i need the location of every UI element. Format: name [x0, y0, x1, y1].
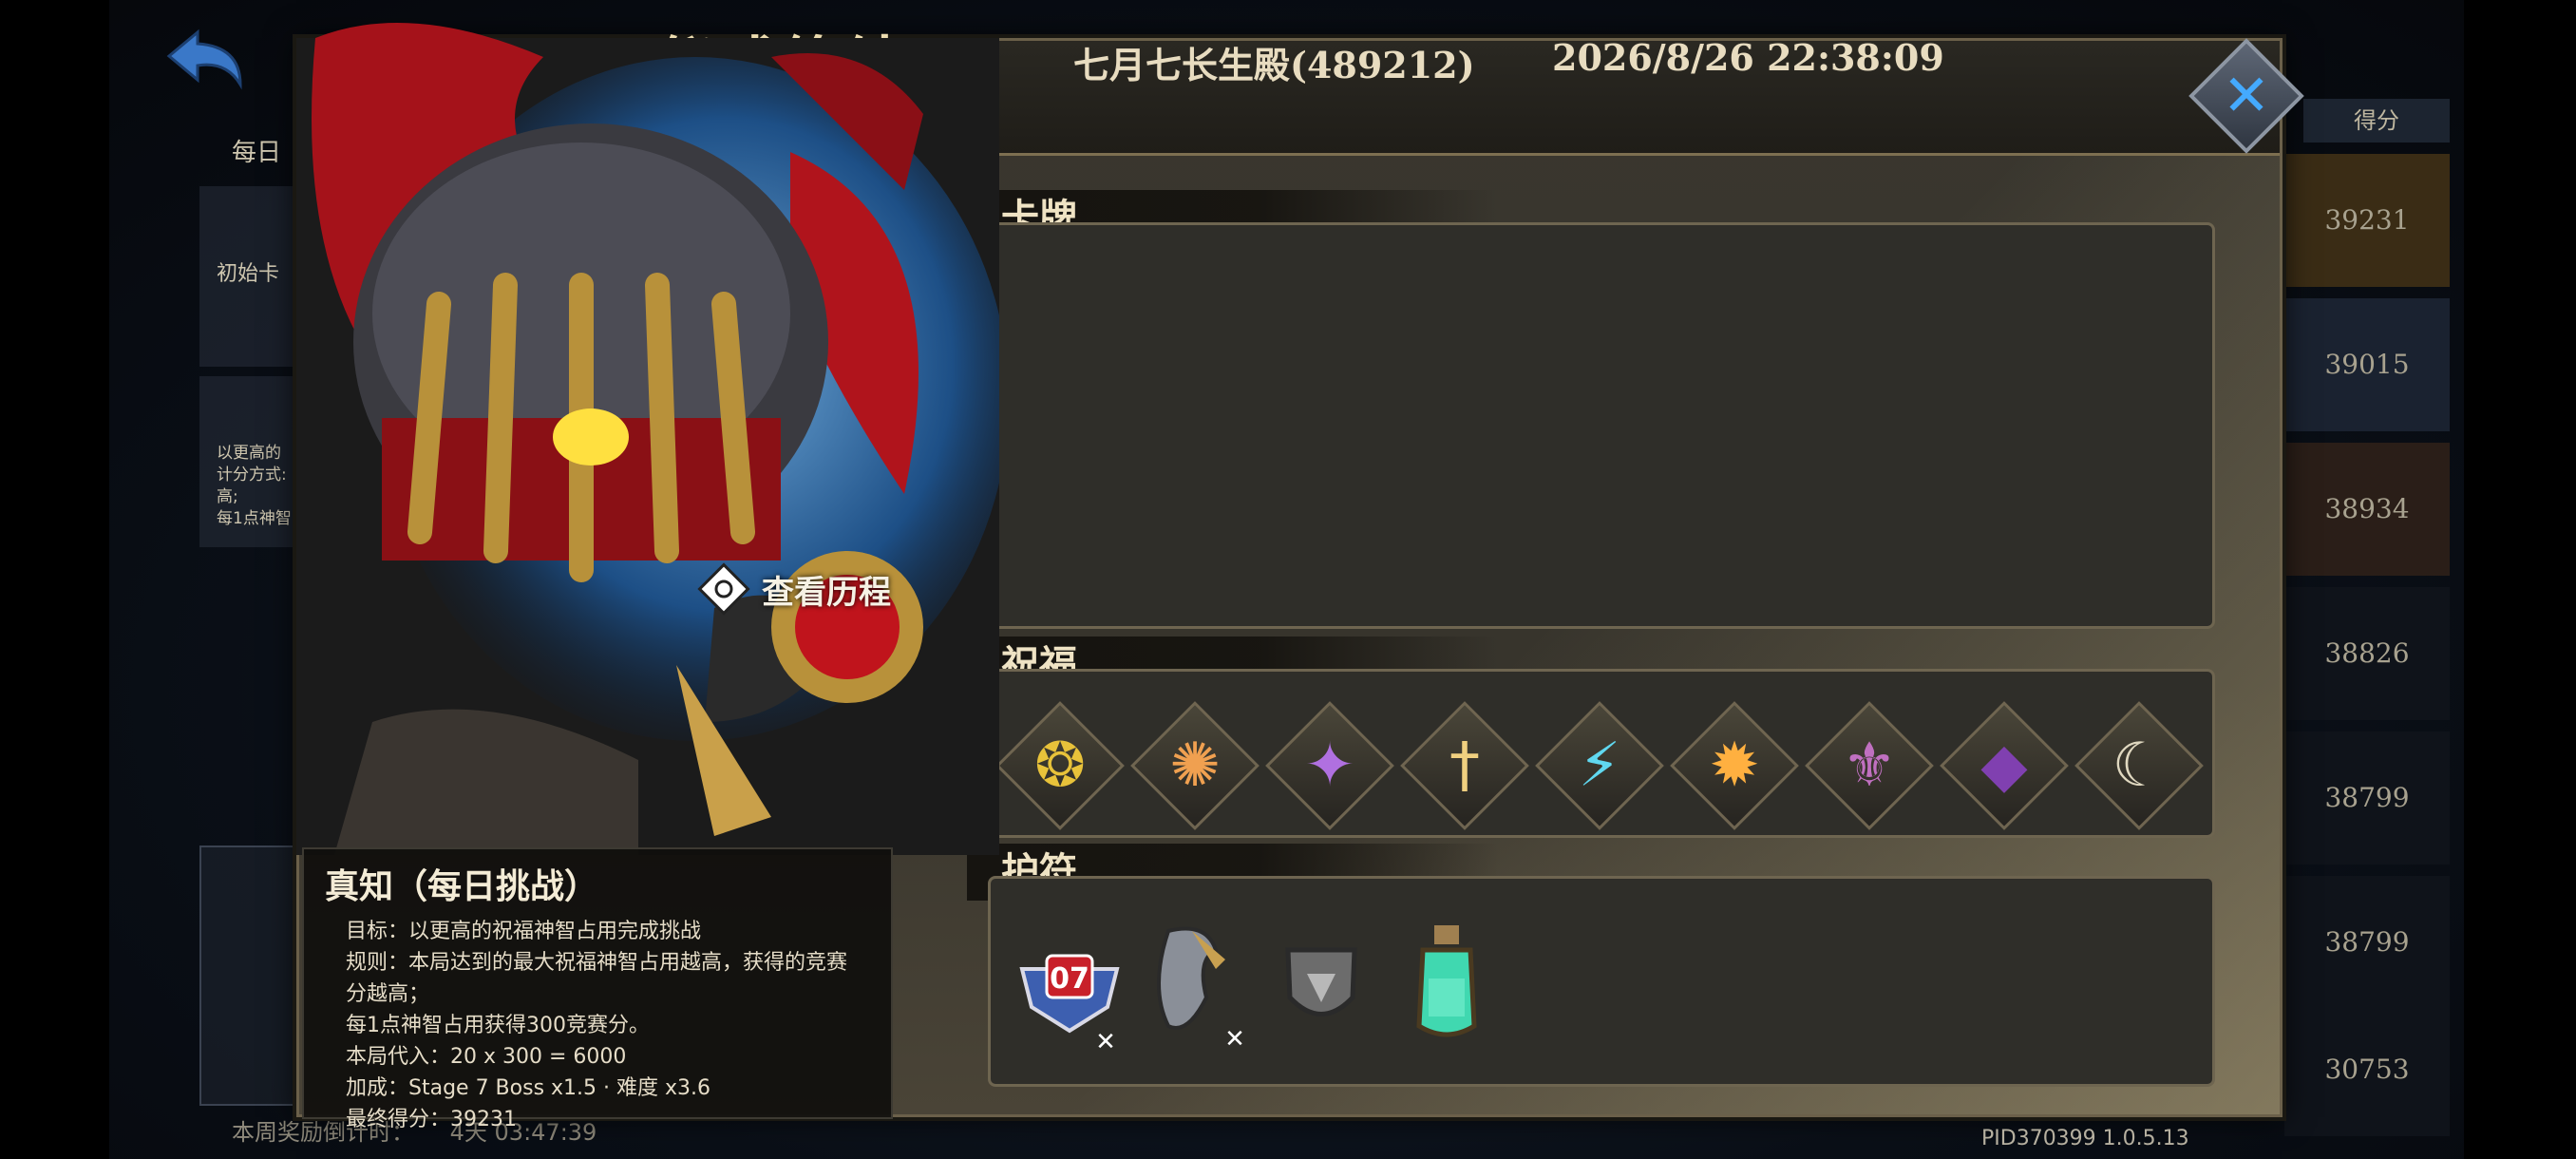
game-screen: 每日 初始卡 以更高的 计分方式: 高; 每1点神智 本周奖励倒计时： 4天 0… — [0, 0, 2576, 1159]
view-history-label: 查看历程 — [762, 573, 891, 612]
score-row: 38826 — [2284, 587, 2450, 720]
version-label: PID370399 1.0.5.13 — [1981, 1127, 2189, 1150]
challenge-bonus: 加成：Stage 7 Boss x1.5 · 难度 x3.6 — [346, 1076, 711, 1100]
dark-purple-crystal-icon[interactable]: ◆ — [1947, 709, 2061, 823]
orange-purple-burst-icon[interactable]: ✹ — [1677, 709, 1791, 823]
scroll-history-icon — [697, 562, 750, 616]
score-column-header: 得分 — [2303, 99, 2450, 142]
shield-icon[interactable] — [1279, 940, 1364, 1036]
challenge-title: 真知（每日挑战） — [325, 866, 599, 906]
challenge-calc: 本局代入：20 x 300 = 6000 — [346, 1045, 627, 1069]
svg-text:✕: ✕ — [1224, 1025, 1245, 1054]
golden-sword-icon[interactable]: † — [1408, 709, 1522, 823]
score-row: 39231 — [2284, 154, 2450, 287]
challenge-rule-cont: 分越高； — [346, 982, 430, 1006]
claw-blade-icon[interactable]: ✕ — [1140, 922, 1254, 1054]
server-name: 七月七长生殿(489212) — [1073, 44, 1475, 86]
challenge-rate: 每1点神智占用获得300竞赛分。 — [346, 1014, 650, 1037]
score-row: 38799 — [2284, 732, 2450, 864]
bg-panel-3 — [199, 846, 308, 1106]
character-portrait — [296, 23, 999, 855]
bg-small-text: 以更高的 计分方式: 高; 每1点神智 — [217, 444, 292, 528]
challenge-goal: 目标：以更高的祝福神智占用完成挑战 — [346, 920, 702, 943]
badge-07-icon[interactable]: 07 ✕ — [1013, 950, 1127, 1054]
cards-panel — [988, 222, 2215, 629]
score-row: 38799 — [2284, 876, 2450, 1009]
score-row: 38934 — [2284, 443, 2450, 576]
bg-daily-label: 每日 — [232, 139, 282, 167]
fire-swirl-icon[interactable]: ✺ — [1138, 709, 1252, 823]
score-row: 39015 — [2284, 298, 2450, 431]
challenge-info-panel: 真知（每日挑战） 目标：以更高的祝福神智占用完成挑战 规则：本局达到的最大祝福神… — [302, 847, 893, 1131]
cyan-lightning-icon[interactable]: ⚡ — [1543, 709, 1657, 823]
badge-07-text: 07 — [1050, 962, 1089, 996]
green-potion-icon[interactable] — [1413, 922, 1480, 1045]
crescent-spear-icon[interactable]: ☾ — [2082, 709, 2196, 823]
gold-coin-swirl-icon[interactable]: ❂ — [1003, 709, 1117, 823]
bg-initial-label: 初始卡 — [217, 262, 280, 286]
right-letterbox — [2464, 0, 2576, 1159]
score-row: 30753 — [2284, 1003, 2450, 1136]
view-history-button[interactable]: 查看历程 — [695, 556, 891, 622]
challenge-rule: 规则：本局达到的最大祝福神智占用越高，获得的竞赛 — [346, 951, 848, 975]
svg-text:✕: ✕ — [1095, 1028, 1116, 1054]
back-arrow-icon[interactable] — [160, 23, 255, 99]
close-icon[interactable]: ✕ — [2206, 55, 2287, 137]
challenge-final-score: 最终得分：39231 — [346, 1108, 517, 1131]
purple-sigil-icon[interactable]: ⚜ — [1812, 709, 1926, 823]
timestamp: 2026/8/26 22:38:09 — [1552, 36, 1944, 79]
left-letterbox — [0, 0, 109, 1159]
purple-splash-icon[interactable]: ✦ — [1273, 709, 1387, 823]
